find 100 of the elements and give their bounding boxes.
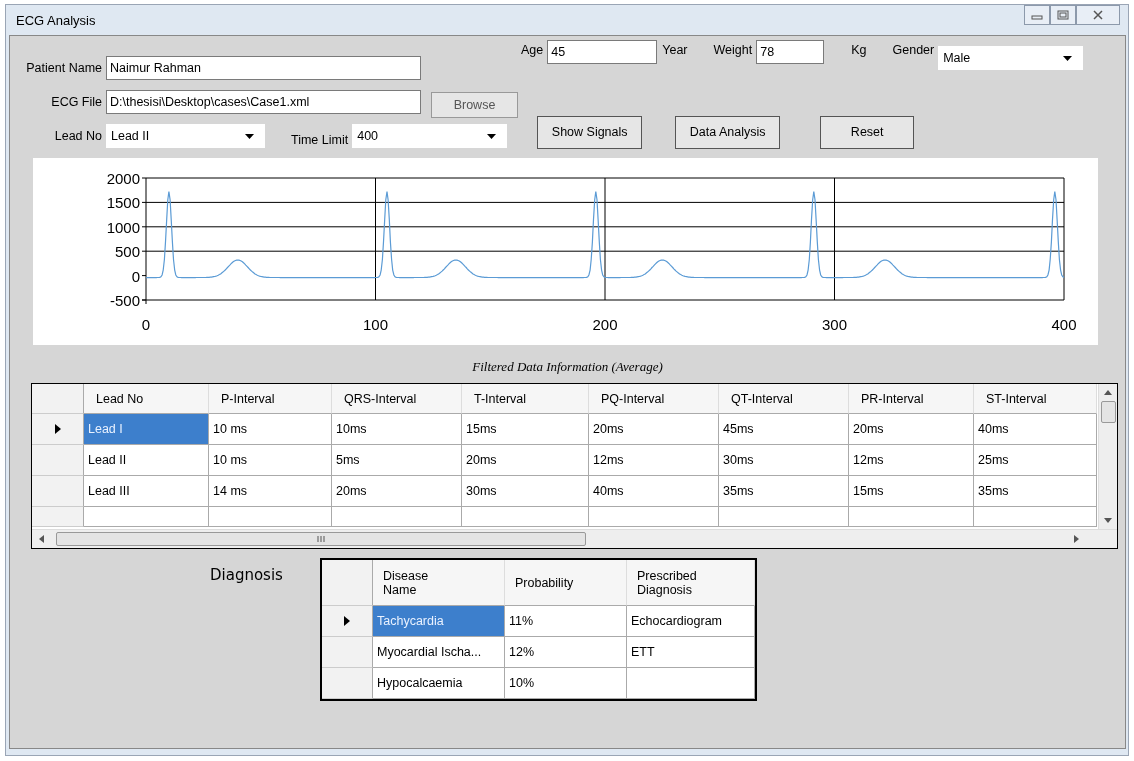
- scroll-thumb[interactable]: [56, 532, 586, 546]
- column-header[interactable]: PQ-Interval: [589, 384, 719, 414]
- vertical-scrollbar[interactable]: [1098, 384, 1117, 529]
- table-cell[interactable]: 25ms: [974, 445, 1097, 476]
- table-cell[interactable]: 15ms: [462, 414, 589, 445]
- table-cell[interactable]: 40ms: [589, 476, 719, 507]
- column-header[interactable]: Lead No: [84, 384, 209, 414]
- minimize-button[interactable]: [1024, 5, 1050, 25]
- section-label: Diagnosis: [210, 566, 284, 586]
- table-cell[interactable]: 10%: [505, 668, 627, 699]
- column-header[interactable]: QT-Interval: [719, 384, 849, 414]
- table-cell[interactable]: Lead III: [84, 476, 209, 507]
- table-cell[interactable]: Echocardiogram: [627, 606, 755, 637]
- caret-icon: [1063, 55, 1073, 61]
- right-arrow-icon[interactable]: [1074, 535, 1080, 543]
- axis-label: 1500: [106, 194, 140, 212]
- gender-dropdown[interactable]: Male: [938, 46, 1084, 70]
- grip-icon: [316, 535, 326, 543]
- table-cell[interactable]: 35ms: [719, 476, 849, 507]
- unit-label: Kg: [851, 42, 868, 59]
- axis-label: 500: [114, 243, 140, 261]
- row-header[interactable]: [32, 476, 84, 507]
- action-button[interactable]: Data Analysis: [675, 115, 781, 149]
- row-header[interactable]: [322, 668, 373, 699]
- table-cell[interactable]: 20ms: [589, 414, 719, 445]
- field-label: Weight: [713, 42, 754, 59]
- left-arrow-icon[interactable]: [38, 535, 44, 543]
- column-header[interactable]: P-Interval: [209, 384, 332, 414]
- field-label: Time Limit: [291, 133, 350, 147]
- row-header[interactable]: [32, 414, 84, 445]
- weight-field[interactable]: 78: [756, 40, 825, 64]
- table-cell[interactable]: 20ms: [849, 414, 974, 445]
- column-header[interactable]: QRS-Interval: [332, 384, 462, 414]
- axis-label: 400: [1051, 316, 1077, 333]
- down-arrow-icon[interactable]: [1104, 518, 1112, 524]
- patient-name-field[interactable]: Naimur Rahman: [106, 56, 421, 80]
- table-cell[interactable]: ETT: [627, 637, 755, 668]
- field-label: ECG File: [50, 95, 103, 109]
- column-header[interactable]: Disease Name: [373, 560, 505, 606]
- table-cell[interactable]: 11%: [505, 606, 627, 637]
- axis-label: -500: [109, 292, 140, 309]
- table-cell[interactable]: 40ms: [974, 414, 1097, 445]
- time-limit-dropdown[interactable]: 400: [352, 124, 508, 148]
- table-cell[interactable]: 35ms: [974, 476, 1097, 507]
- row-header[interactable]: [32, 445, 84, 476]
- axis-label: 300: [822, 316, 847, 333]
- table-cell[interactable]: 14 ms: [209, 476, 332, 507]
- horizontal-scrollbar[interactable]: [32, 529, 1117, 548]
- up-arrow-icon[interactable]: [1104, 389, 1112, 395]
- browse-button[interactable]: Browse: [431, 92, 518, 118]
- table-title: Filtered Data Information (Average): [472, 359, 663, 374]
- table-cell[interactable]: 30ms: [462, 476, 589, 507]
- close-icon: [1092, 10, 1104, 20]
- table-cell[interactable]: Lead I: [84, 414, 209, 445]
- axis-label: 200: [592, 316, 618, 333]
- table-cell[interactable]: 12%: [505, 637, 627, 668]
- table-cell[interactable]: 15ms: [849, 476, 974, 507]
- file-path-field[interactable]: D:\thesisi\Desktop\cases\Case1.xml: [106, 90, 421, 114]
- field-label: Lead No: [53, 129, 103, 143]
- table-cell[interactable]: 5ms: [332, 445, 462, 476]
- table-cell[interactable]: 30ms: [719, 445, 849, 476]
- table-cell[interactable]: 12ms: [849, 445, 974, 476]
- close-button[interactable]: [1076, 5, 1120, 25]
- restore-icon: [1057, 10, 1069, 20]
- column-header[interactable]: Probability: [505, 560, 627, 606]
- axis-label: 0: [141, 316, 151, 333]
- caret-icon: [245, 133, 254, 139]
- table-cell[interactable]: [627, 668, 755, 699]
- maximize-button[interactable]: [1050, 5, 1076, 25]
- unit-label: Year: [662, 42, 689, 59]
- table-cell[interactable]: Lead II: [84, 445, 209, 476]
- row-header: [32, 384, 84, 414]
- axis-label: 100: [363, 316, 388, 333]
- lead-dropdown[interactable]: Lead II: [106, 124, 265, 148]
- table-cell[interactable]: 10ms: [332, 414, 462, 445]
- scroll-thumb[interactable]: [1100, 401, 1116, 423]
- column-header[interactable]: T-Interval: [462, 384, 589, 414]
- column-header[interactable]: Prescribed Diagnosis: [627, 560, 755, 606]
- table-cell[interactable]: 20ms: [462, 445, 589, 476]
- table-cell[interactable]: 12ms: [589, 445, 719, 476]
- action-button[interactable]: Show Signals: [537, 115, 643, 149]
- age-field[interactable]: 45: [547, 40, 658, 64]
- column-header[interactable]: PR-Interval: [849, 384, 974, 414]
- action-button[interactable]: Reset: [820, 115, 915, 149]
- table-cell[interactable]: 10 ms: [209, 414, 332, 445]
- field-label: Age: [521, 42, 545, 59]
- table-cell[interactable]: 10 ms: [209, 445, 332, 476]
- window-title: ECG Analysis: [16, 12, 96, 28]
- table-cell[interactable]: Tachycardia: [373, 606, 505, 637]
- row-header[interactable]: [322, 606, 373, 637]
- axis-label: 0: [131, 267, 140, 285]
- row-header[interactable]: [322, 637, 373, 668]
- axis-label: 2000: [106, 170, 140, 187]
- table-cell[interactable]: 45ms: [719, 414, 849, 445]
- table-cell[interactable]: Hypocalcaemia: [373, 668, 505, 699]
- table-cell[interactable]: 20ms: [332, 476, 462, 507]
- column-header[interactable]: ST-Interval: [974, 384, 1097, 414]
- caret-icon: [487, 133, 497, 139]
- field-label: Patient Name: [25, 61, 103, 75]
- table-cell[interactable]: Myocardial Ischa...: [373, 637, 505, 668]
